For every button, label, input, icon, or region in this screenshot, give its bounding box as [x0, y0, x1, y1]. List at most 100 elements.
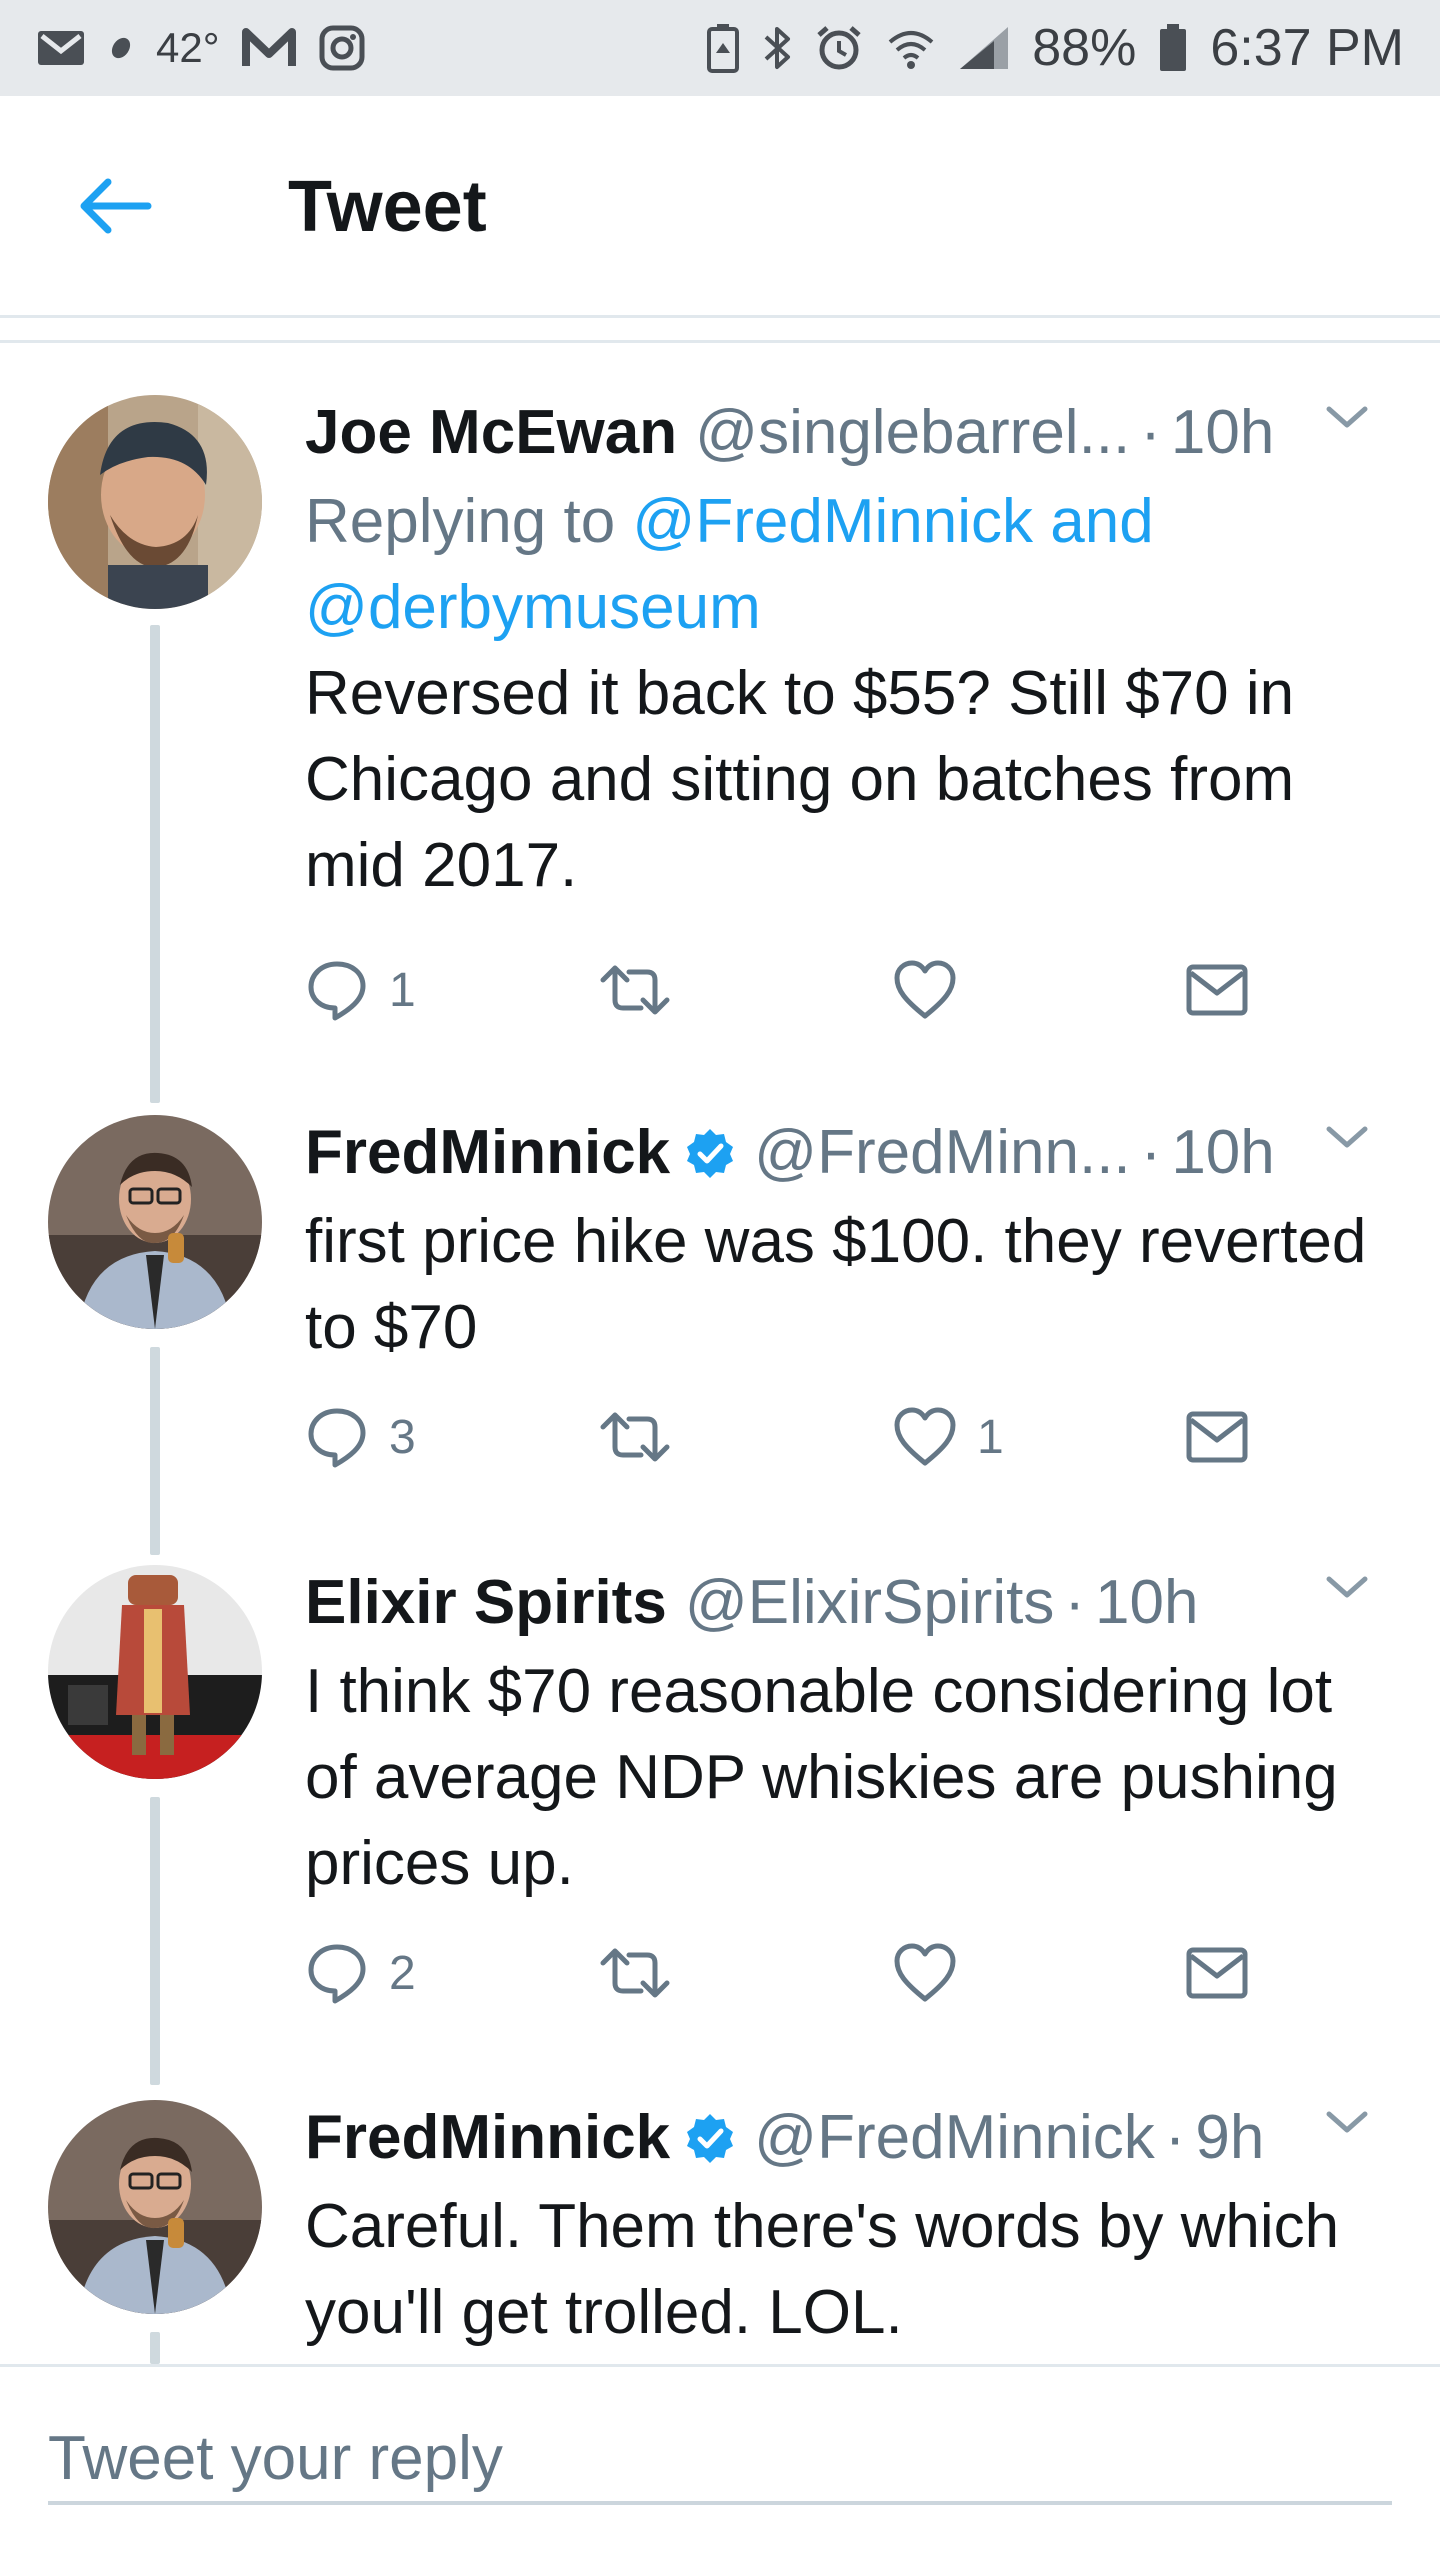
tweet-item[interactable]: FredMinnick @FredMinnick · 9h Careful. T… — [0, 2100, 1440, 2364]
tweet-actions: 2 — [305, 1933, 1305, 2013]
avatar[interactable] — [48, 2100, 262, 2314]
direct-message-button[interactable] — [1185, 950, 1249, 1030]
verified-badge-icon — [684, 1127, 736, 1179]
separator-dot: · — [1064, 1568, 1085, 1637]
tweet-item[interactable]: Joe McEwan @singlebarrel... · 10h Replyi… — [0, 395, 1440, 1105]
envelope-icon — [1186, 1411, 1248, 1463]
replying-to-prefix: Replying to — [305, 487, 633, 556]
envelope-icon — [1186, 1947, 1248, 1999]
retweet-icon — [600, 965, 670, 1015]
app-header: Tweet — [0, 96, 1440, 318]
header-divider — [0, 340, 1440, 343]
leaf-icon — [108, 35, 134, 61]
like-count: 1 — [977, 1410, 1004, 1464]
reply-button[interactable]: 3 — [305, 1397, 416, 1477]
temperature: 42° — [156, 24, 220, 71]
tweet-actions: 3 1 — [305, 1397, 1305, 1477]
tweet-menu-button[interactable] — [1325, 403, 1369, 436]
tweet-item[interactable]: FredMinnick @FredMinn... · 10h first pri… — [0, 1115, 1440, 1555]
verified-badge-icon — [684, 2112, 736, 2164]
tweet-text: Careful. Them there's words by which you… — [305, 2192, 1340, 2347]
battery-icon — [1158, 23, 1188, 73]
reply-composer — [0, 2364, 1440, 2560]
tweet-body: Elixir Spirits @ElixirSpirits · 10h I th… — [305, 1565, 1405, 1907]
separator-dot: · — [1164, 2103, 1186, 2172]
tweet-menu-button[interactable] — [1325, 2108, 1369, 2141]
author-name[interactable]: FredMinnick — [305, 2100, 670, 2176]
author-handle[interactable]: @FredMinn... — [754, 1115, 1130, 1191]
tweet-time[interactable]: 9h — [1195, 2100, 1264, 2176]
author-handle[interactable]: @ElixirSpirits — [685, 1565, 1055, 1641]
reply-icon — [308, 1944, 366, 2004]
retweet-icon — [600, 1948, 670, 1998]
author-handle[interactable]: @singlebarrel... — [695, 395, 1130, 471]
status-bar-right: 88% 6:37 PM — [706, 18, 1404, 78]
tweet-body: FredMinnick @FredMinn... · 10h first pri… — [305, 1115, 1405, 1371]
tweet-item[interactable]: Elixir Spirits @ElixirSpirits · 10h I th… — [0, 1565, 1440, 2085]
reply-button[interactable]: 2 — [305, 1933, 416, 2013]
heart-icon — [894, 1407, 956, 1466]
instagram-icon — [318, 24, 366, 72]
separator-dot: · — [1140, 398, 1161, 467]
replying-to: Replying to @FredMinnick and @derbymuseu… — [305, 479, 1405, 651]
retweet-icon — [600, 1412, 670, 1462]
back-button[interactable] — [70, 166, 160, 246]
reply-icon — [308, 961, 366, 1021]
avatar[interactable] — [48, 1115, 262, 1329]
heart-icon — [894, 960, 956, 1019]
battery-saver-icon — [706, 23, 740, 73]
tweet-menu-button[interactable] — [1325, 1573, 1369, 1606]
tweet-text: first price hike was $100. they reverted… — [305, 1207, 1367, 1362]
battery-percentage: 88% — [1032, 19, 1137, 77]
cell-signal-icon — [958, 25, 1010, 71]
tweet-text: Reversed it back to $55? Still $70 in Ch… — [305, 659, 1295, 900]
heart-icon — [894, 1943, 956, 2002]
separator-dot: · — [1140, 1118, 1162, 1187]
tweet-header: FredMinnick @FredMinnick · 9h — [305, 2100, 1405, 2176]
like-button[interactable]: 1 — [893, 1397, 1004, 1477]
tweet-menu-button[interactable] — [1325, 1123, 1369, 1156]
reply-count: 1 — [389, 963, 416, 1017]
wifi-icon — [886, 26, 936, 70]
gmail-icon — [36, 28, 86, 68]
reply-count: 2 — [389, 1946, 416, 2000]
reply-icon — [308, 1408, 366, 1468]
tweet-header: FredMinnick @FredMinn... · 10h — [305, 1115, 1405, 1191]
author-name[interactable]: FredMinnick — [305, 1115, 670, 1191]
tweet-time[interactable]: 10h — [1171, 395, 1274, 471]
like-button[interactable] — [893, 1933, 977, 2013]
thread-line — [150, 1347, 160, 1555]
direct-message-button[interactable] — [1185, 1933, 1249, 2013]
envelope-icon — [1186, 964, 1248, 1016]
chevron-down-icon — [1326, 1576, 1368, 1598]
chevron-down-icon — [1326, 1126, 1368, 1148]
chevron-down-icon — [1326, 406, 1368, 428]
retweet-button[interactable] — [597, 1397, 693, 1477]
retweet-button[interactable] — [597, 1933, 693, 2013]
tweet-body: Joe McEwan @singlebarrel... · 10h Replyi… — [305, 395, 1405, 909]
m-logo-icon — [241, 26, 296, 70]
back-arrow-icon — [80, 178, 152, 234]
tweet-time[interactable]: 10h — [1171, 1115, 1274, 1191]
thread-line — [150, 625, 160, 1103]
direct-message-button[interactable] — [1185, 1397, 1249, 1477]
reply-button[interactable]: 1 — [305, 950, 416, 1030]
avatar[interactable] — [48, 1565, 262, 1779]
reply-count: 3 — [389, 1410, 416, 1464]
thread-line — [150, 2332, 160, 2364]
author-name[interactable]: Elixir Spirits — [305, 1565, 667, 1641]
tweet-body: FredMinnick @FredMinnick · 9h Careful. T… — [305, 2100, 1405, 2356]
author-handle[interactable]: @FredMinnick — [754, 2100, 1155, 2176]
tweet-header: Joe McEwan @singlebarrel... · 10h — [305, 395, 1405, 471]
reply-input[interactable] — [48, 2415, 1392, 2505]
clock: 6:37 PM — [1210, 19, 1404, 77]
author-name[interactable]: Joe McEwan — [305, 395, 677, 471]
bluetooth-icon — [762, 23, 792, 73]
like-button[interactable] — [893, 950, 977, 1030]
tweet-time[interactable]: 10h — [1095, 1565, 1198, 1641]
tweet-actions: 1 — [305, 950, 1305, 1030]
tweet-text: I think $70 reasonable considering lot o… — [305, 1657, 1338, 1898]
avatar[interactable] — [48, 395, 262, 609]
chevron-down-icon — [1326, 2111, 1368, 2133]
retweet-button[interactable] — [597, 950, 693, 1030]
